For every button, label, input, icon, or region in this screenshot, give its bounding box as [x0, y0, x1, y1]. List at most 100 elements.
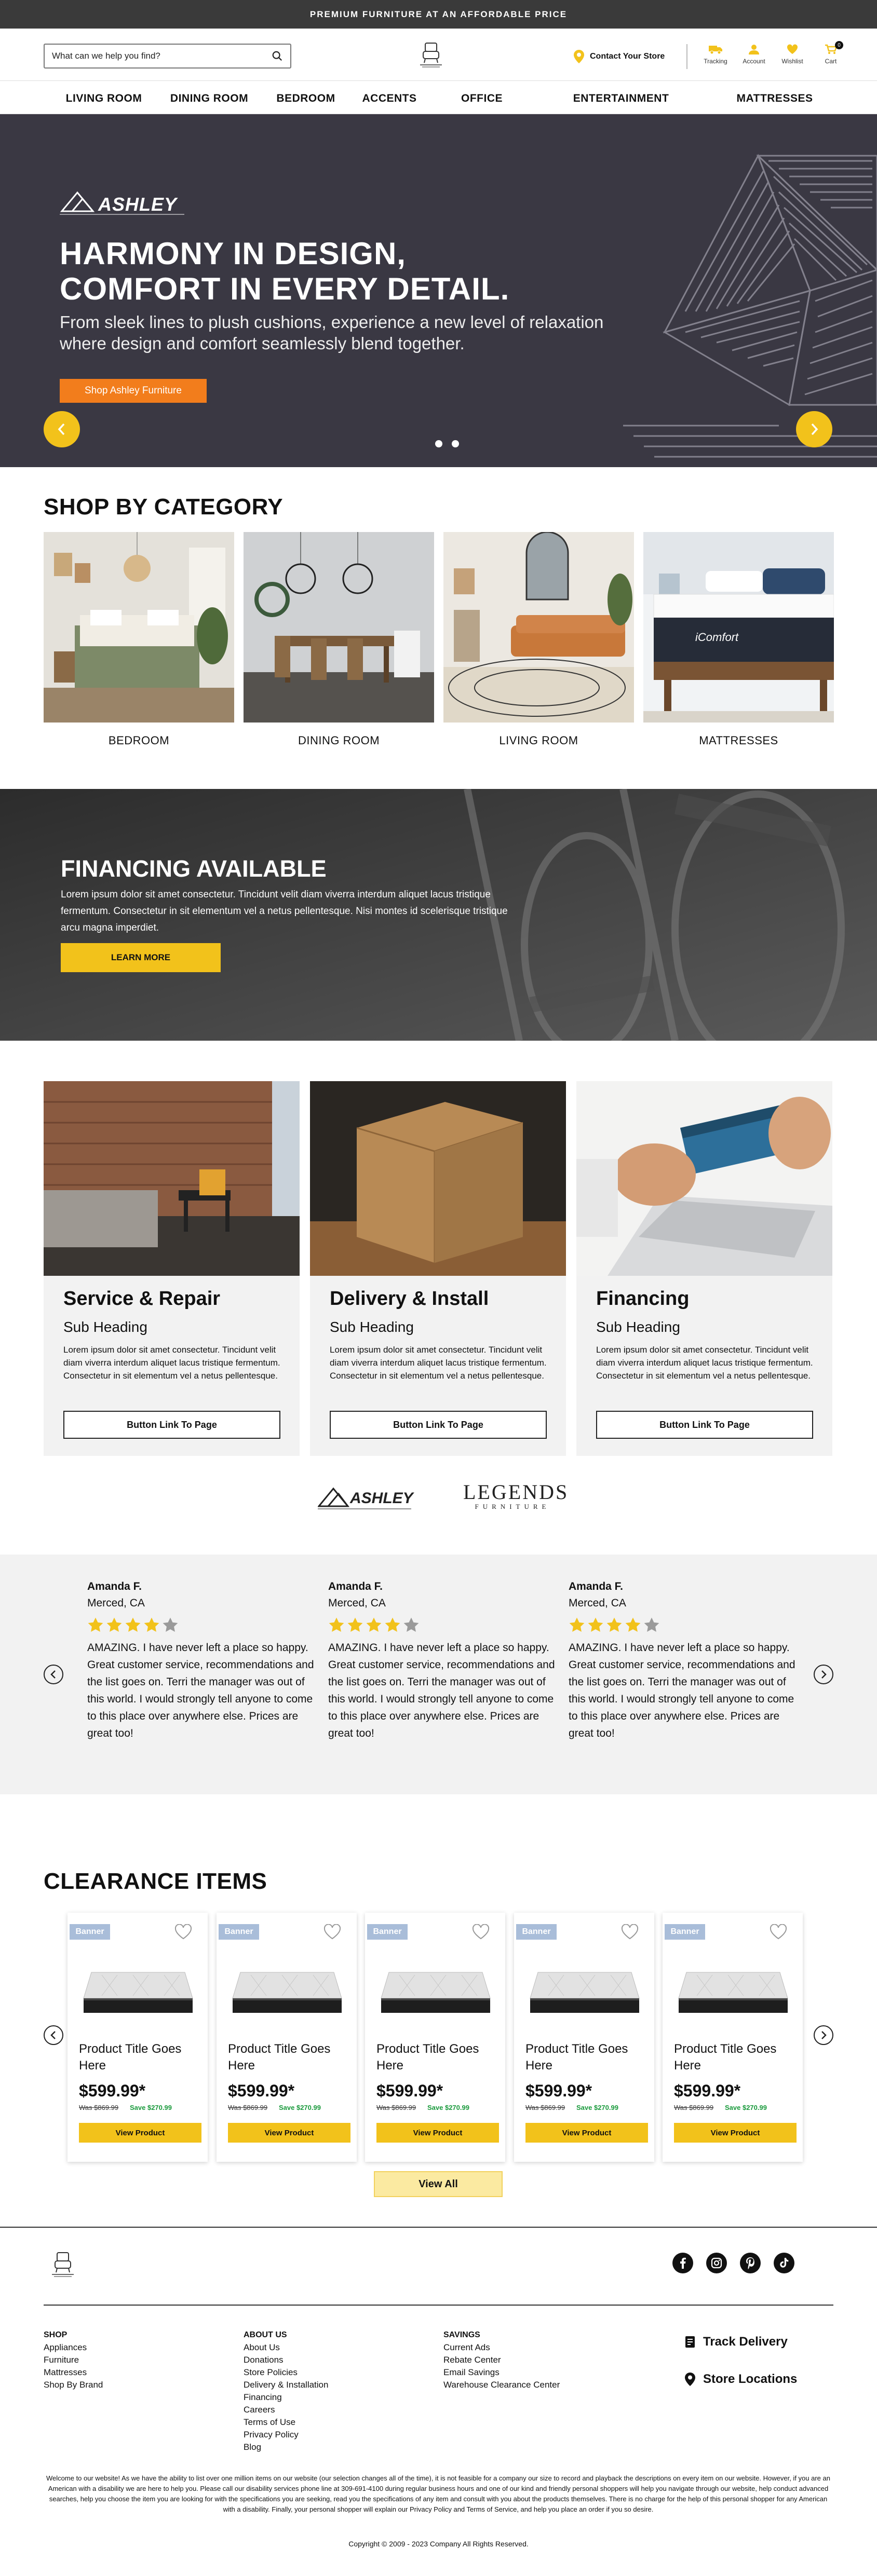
- footer-link[interactable]: Current Ads: [443, 2341, 560, 2354]
- store-locations-link[interactable]: Store Locations: [684, 2372, 797, 2387]
- footer-link[interactable]: Shop By Brand: [44, 2379, 103, 2391]
- wishlist-heart-icon[interactable]: [770, 1924, 787, 1940]
- dining-room-image[interactable]: [244, 532, 434, 723]
- footer-link[interactable]: Appliances: [44, 2341, 103, 2354]
- truck-icon: [709, 46, 722, 54]
- service-link-button[interactable]: Button Link To Page: [596, 1411, 813, 1439]
- product-card[interactable]: Banner Product Title Goes Here $599.99* Was…: [663, 1913, 803, 2162]
- nav-bedroom[interactable]: BEDROOM: [276, 92, 335, 105]
- track-delivery-label: Track Delivery: [703, 2335, 788, 2349]
- footer-logo[interactable]: [50, 2251, 76, 2278]
- footer-link[interactable]: Warehouse Clearance Center: [443, 2379, 560, 2391]
- contact-store-link[interactable]: Contact Your Store: [573, 49, 665, 64]
- view-product-button[interactable]: View Product: [674, 2123, 797, 2143]
- service-link-button[interactable]: Button Link To Page: [63, 1411, 280, 1439]
- product-image[interactable]: [230, 1949, 344, 2027]
- footer-column-savings: SAVINGS Current Ads Rebate Center Email …: [443, 2329, 560, 2391]
- track-delivery-link[interactable]: Track Delivery: [684, 2335, 788, 2349]
- footer-link[interactable]: Terms of Use: [244, 2416, 328, 2429]
- nav-office[interactable]: OFFICE: [461, 92, 503, 105]
- category-label-mattresses[interactable]: MATTRESSES: [643, 734, 834, 747]
- reviews-next-button[interactable]: [814, 1665, 833, 1684]
- category-living-room[interactable]: LIVING ROOM: [443, 532, 634, 747]
- product-title[interactable]: Product Title Goes Here: [525, 2041, 645, 2074]
- store-logo[interactable]: [418, 41, 444, 68]
- clearance-prev-button[interactable]: [44, 2025, 63, 2045]
- category-mattresses[interactable]: iComfort MATTRESSES: [643, 532, 834, 747]
- view-product-button[interactable]: View Product: [525, 2123, 648, 2143]
- review-card: Amanda F. Merced, CA AMAZING. I have nev…: [328, 1580, 557, 1742]
- footer-link[interactable]: About Us: [244, 2341, 328, 2354]
- footer-link[interactable]: Blog: [244, 2441, 328, 2454]
- facebook-link[interactable]: [672, 2253, 693, 2273]
- category-label-dining-room[interactable]: DINING ROOM: [244, 734, 434, 747]
- living-room-image[interactable]: [443, 532, 634, 723]
- account-link[interactable]: Account: [740, 44, 767, 65]
- copyright-text: Copyright © 2009 - 2023 Company All Righ…: [348, 2540, 529, 2548]
- nav-entertainment[interactable]: ENTERTAINMENT: [573, 92, 669, 105]
- category-bedroom[interactable]: BEDROOM: [44, 532, 234, 747]
- product-image[interactable]: [676, 1949, 790, 2027]
- bedroom-image[interactable]: [44, 532, 234, 723]
- clearance-next-button[interactable]: [814, 2025, 833, 2045]
- tiktok-link[interactable]: [774, 2253, 794, 2273]
- product-card[interactable]: Banner Product Title Goes Here $599.99* Was…: [217, 1913, 357, 2162]
- hero-dot-1[interactable]: [418, 440, 426, 447]
- search-input[interactable]: What can we help you find?: [52, 51, 272, 61]
- wishlist-heart-icon[interactable]: [472, 1924, 490, 1940]
- category-label-living-room[interactable]: LIVING ROOM: [443, 734, 634, 747]
- search-box[interactable]: What can we help you find?: [44, 44, 291, 69]
- footer-link[interactable]: Store Policies: [244, 2366, 328, 2379]
- nav-living-room[interactable]: LIVING ROOM: [66, 92, 142, 105]
- footer-link[interactable]: Privacy Policy: [244, 2429, 328, 2441]
- footer-link[interactable]: Rebate Center: [443, 2354, 560, 2366]
- product-card[interactable]: Banner Product Title Goes Here $599.99* Was…: [514, 1913, 654, 2162]
- product-title[interactable]: Product Title Goes Here: [376, 2041, 496, 2074]
- instagram-link[interactable]: [706, 2253, 727, 2273]
- footer-link[interactable]: Furniture: [44, 2354, 103, 2366]
- mattresses-image[interactable]: iComfort: [643, 532, 834, 723]
- wishlist-heart-icon[interactable]: [621, 1924, 639, 1940]
- wishlist-heart-icon[interactable]: [323, 1924, 341, 1940]
- hero-cta-button[interactable]: Shop Ashley Furniture: [60, 379, 207, 403]
- view-product-button[interactable]: View Product: [376, 2123, 499, 2143]
- product-card[interactable]: Banner Product Title Goes Here $599.99* Was…: [68, 1913, 208, 2162]
- wishlist-link[interactable]: Wishlist: [779, 44, 806, 65]
- product-image[interactable]: [379, 1949, 493, 2027]
- product-image[interactable]: [528, 1949, 642, 2027]
- tracking-link[interactable]: Tracking: [702, 44, 729, 65]
- pinterest-link[interactable]: [740, 2253, 761, 2273]
- service-link-button[interactable]: Button Link To Page: [330, 1411, 547, 1439]
- star-icon: [329, 1617, 344, 1632]
- hero-dot-3[interactable]: [451, 440, 459, 447]
- cart-link[interactable]: 0 Cart: [817, 41, 844, 65]
- ashley-logo: ASHLEY: [60, 188, 184, 220]
- category-label-bedroom[interactable]: BEDROOM: [44, 734, 234, 747]
- view-product-button[interactable]: View Product: [228, 2123, 350, 2143]
- footer-link[interactable]: Donations: [244, 2354, 328, 2366]
- footer-link[interactable]: Delivery & Installation: [244, 2379, 328, 2391]
- view-all-button[interactable]: View All: [374, 2171, 503, 2197]
- product-card[interactable]: Banner Product Title Goes Here $599.99* Was…: [365, 1913, 505, 2162]
- learn-more-button[interactable]: LEARN MORE: [61, 943, 221, 972]
- view-product-button[interactable]: View Product: [79, 2123, 201, 2143]
- footer-link[interactable]: Mattresses: [44, 2366, 103, 2379]
- wishlist-heart-icon[interactable]: [174, 1924, 192, 1940]
- category-dining-room[interactable]: DINING ROOM: [244, 532, 434, 747]
- footer-link[interactable]: Careers: [244, 2404, 328, 2416]
- reviews-prev-button[interactable]: [44, 1665, 63, 1684]
- hero-dot-2[interactable]: [435, 440, 442, 447]
- footer-link[interactable]: Financing: [244, 2391, 328, 2404]
- nav-mattresses[interactable]: MATTRESSES: [737, 92, 813, 105]
- nav-dining-room[interactable]: DINING ROOM: [170, 92, 248, 105]
- brand-logo-legends[interactable]: LEGENDS FURNITURE: [463, 1482, 567, 1513]
- brand-logo-ashley[interactable]: ASHLEY: [317, 1485, 416, 1511]
- product-title[interactable]: Product Title Goes Here: [79, 2041, 198, 2074]
- search-icon[interactable]: [272, 50, 283, 62]
- nav-accents[interactable]: ACCENTS: [362, 92, 416, 105]
- chevron-right-icon: [821, 1670, 827, 1679]
- product-title[interactable]: Product Title Goes Here: [228, 2041, 347, 2074]
- footer-link[interactable]: Email Savings: [443, 2366, 560, 2379]
- product-title[interactable]: Product Title Goes Here: [674, 2041, 793, 2074]
- product-image[interactable]: [81, 1949, 195, 2027]
